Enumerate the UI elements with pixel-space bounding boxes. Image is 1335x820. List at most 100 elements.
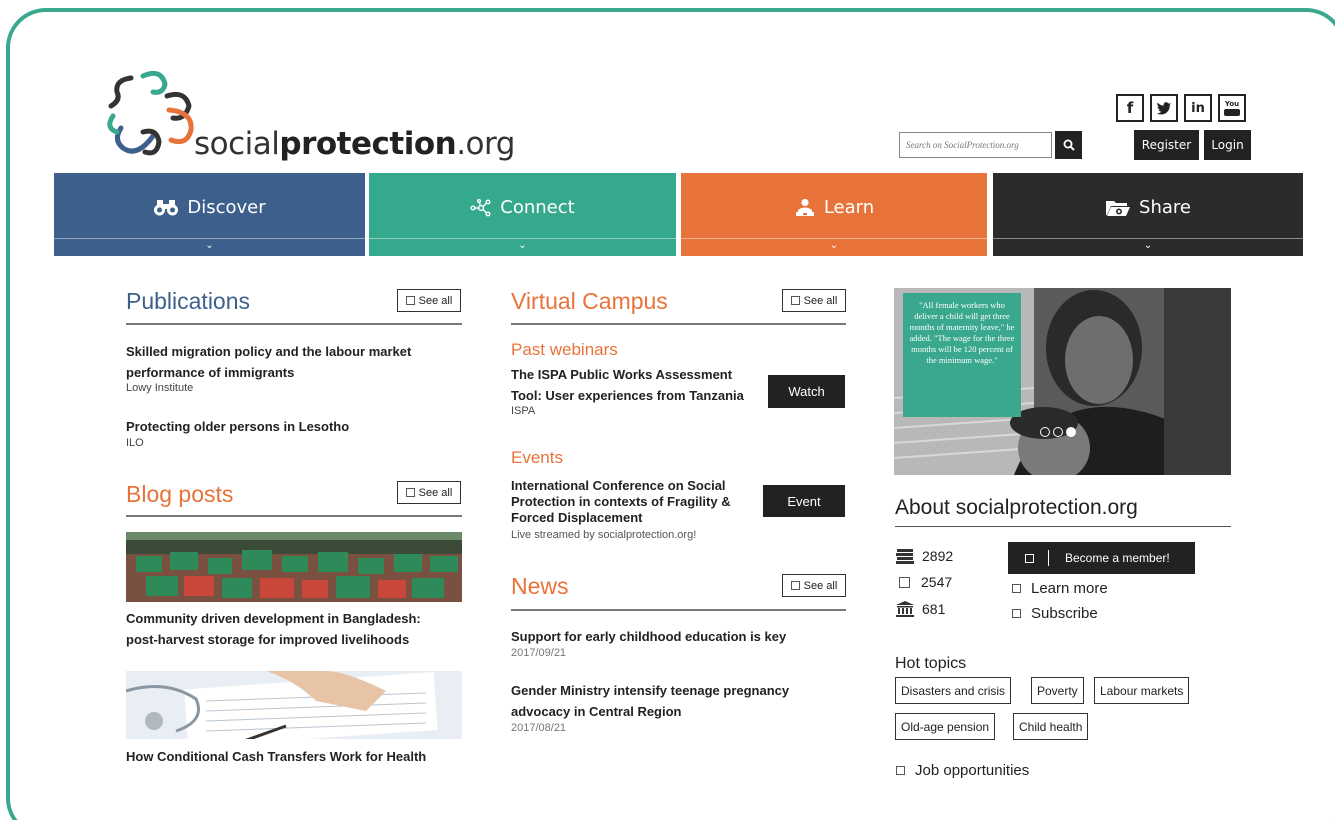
topic-tag[interactable]: Labour markets bbox=[1094, 677, 1190, 704]
watch-button[interactable]: Watch bbox=[768, 375, 845, 408]
news-date: 2017/09/21 bbox=[511, 647, 567, 659]
publication-title-link[interactable]: Skilled migration policy and the labour … bbox=[126, 341, 411, 383]
square-icon bbox=[899, 576, 910, 588]
logo-suffix-text: .org bbox=[456, 126, 515, 162]
nav-discover-label: Discover bbox=[187, 197, 266, 218]
divider bbox=[126, 323, 462, 325]
job-opportunities-label: Job opportunities bbox=[915, 762, 1030, 779]
carousel-dot-3[interactable] bbox=[1066, 427, 1076, 437]
stat-value: 2892 bbox=[922, 548, 954, 564]
topic-tag[interactable]: Poverty bbox=[1031, 677, 1084, 704]
news-date: 2017/08/21 bbox=[511, 722, 567, 734]
carousel-dots[interactable] bbox=[1040, 427, 1076, 437]
facebook-icon[interactable]: f bbox=[1116, 94, 1144, 122]
nav-connect-label: Connect bbox=[500, 197, 575, 218]
carousel-dot-1[interactable] bbox=[1040, 427, 1050, 437]
hot-topics-heading: Hot topics bbox=[895, 655, 967, 672]
see-all-label: See all bbox=[418, 486, 453, 499]
learn-more-label: Learn more bbox=[1031, 580, 1108, 597]
publication-title-link[interactable]: Protecting older persons in Lesotho bbox=[126, 416, 349, 437]
chevron-down-icon[interactable]: ⌄ bbox=[681, 240, 987, 251]
folder-icon bbox=[1106, 200, 1131, 216]
see-all-label: See all bbox=[803, 294, 838, 307]
nav-discover[interactable]: Discover ⌄ bbox=[54, 173, 365, 256]
events-heading[interactable]: Events bbox=[511, 448, 563, 468]
subscribe-link[interactable]: Subscribe bbox=[1012, 605, 1098, 622]
binoculars-icon bbox=[154, 199, 179, 215]
webinar-source: ISPA bbox=[511, 405, 536, 417]
divider bbox=[511, 609, 846, 611]
carousel-dot-2[interactable] bbox=[1053, 427, 1063, 437]
nav-share-label: Share bbox=[1139, 197, 1191, 218]
chevron-down-icon[interactable]: ⌄ bbox=[369, 240, 676, 251]
register-button[interactable]: Register bbox=[1134, 130, 1199, 160]
see-all-label: See all bbox=[418, 294, 453, 307]
event-button[interactable]: Event bbox=[763, 485, 845, 517]
blog-heading[interactable]: Blog posts bbox=[126, 481, 233, 508]
blog-see-all-button[interactable]: See all bbox=[397, 481, 461, 504]
past-webinars-heading[interactable]: Past webinars bbox=[511, 340, 618, 360]
topic-tag[interactable]: Old-age pension bbox=[895, 713, 996, 740]
divider bbox=[895, 526, 1231, 527]
virtual-campus-heading[interactable]: Virtual Campus bbox=[511, 288, 668, 315]
square-icon bbox=[405, 488, 415, 497]
youtube-icon[interactable]: You bbox=[1218, 94, 1246, 122]
blog-title-link[interactable]: How Conditional Cash Transfers Work for … bbox=[126, 746, 426, 767]
news-title-link[interactable]: Gender Ministry intensify teenage pregna… bbox=[511, 680, 789, 722]
about-heading: About socialprotection.org bbox=[895, 496, 1138, 519]
square-icon bbox=[1012, 584, 1021, 593]
search-input[interactable]: Search on SocialProtection.org bbox=[899, 132, 1052, 158]
blog-image-market[interactable] bbox=[126, 532, 462, 602]
nav-learn-label: Learn bbox=[823, 197, 875, 218]
blog-title-link[interactable]: Community driven development in Banglade… bbox=[126, 608, 421, 650]
square-icon bbox=[1025, 553, 1034, 563]
square-icon bbox=[1012, 609, 1021, 618]
topic-tag[interactable]: Child health bbox=[1013, 713, 1089, 740]
topic-tag[interactable]: Disasters and crisis bbox=[895, 677, 1012, 704]
publication-source: ILO bbox=[126, 437, 144, 449]
stat-value: 681 bbox=[922, 601, 946, 617]
square-icon bbox=[790, 296, 800, 305]
books-icon bbox=[896, 548, 914, 564]
divider bbox=[511, 323, 846, 325]
event-title-link[interactable]: International Conference on Social Protec… bbox=[511, 478, 731, 526]
square-icon bbox=[405, 296, 415, 305]
learn-more-link[interactable]: Learn more bbox=[1012, 580, 1108, 597]
webinar-title-link[interactable]: The ISPA Public Works Assessment Tool: Us… bbox=[511, 364, 744, 406]
nav-connect[interactable]: Connect ⌄ bbox=[369, 173, 676, 256]
logo-bold-text: protection bbox=[279, 126, 457, 162]
linkedin-icon[interactable]: in bbox=[1184, 94, 1212, 122]
stat-members: 2547 bbox=[896, 574, 952, 590]
twitter-icon[interactable] bbox=[1150, 94, 1178, 122]
login-button[interactable]: Login bbox=[1204, 130, 1251, 160]
stat-institutions: 681 bbox=[896, 601, 945, 617]
publications-heading[interactable]: Publications bbox=[126, 288, 250, 315]
become-member-button[interactable]: Become a member! bbox=[1008, 542, 1195, 574]
search-icon bbox=[1063, 139, 1075, 151]
chevron-down-icon[interactable]: ⌄ bbox=[54, 240, 365, 251]
publications-see-all-button[interactable]: See all bbox=[397, 289, 461, 312]
stat-publications: 2892 bbox=[896, 548, 953, 564]
logo-wordmark[interactable]: socialprotection.org bbox=[194, 126, 515, 162]
chevron-down-icon[interactable]: ⌄ bbox=[993, 240, 1303, 251]
nav-learn[interactable]: Learn ⌄ bbox=[681, 173, 987, 256]
news-see-all-button[interactable]: See all bbox=[782, 574, 846, 597]
logo-light-text: social bbox=[194, 126, 280, 162]
news-heading[interactable]: News bbox=[511, 573, 569, 600]
square-icon bbox=[896, 766, 905, 775]
divider bbox=[126, 515, 462, 517]
event-note: Live streamed by socialprotection.org! bbox=[511, 529, 697, 541]
nav-share[interactable]: Share ⌄ bbox=[993, 173, 1303, 256]
stat-value: 2547 bbox=[921, 574, 953, 590]
campus-see-all-button[interactable]: See all bbox=[782, 289, 846, 312]
hero-quote: "All female workers who deliver a child … bbox=[903, 293, 1021, 417]
publication-source: Lowy Institute bbox=[126, 382, 194, 394]
subscribe-label: Subscribe bbox=[1031, 605, 1098, 622]
square-icon bbox=[790, 581, 800, 590]
search-button[interactable] bbox=[1055, 131, 1082, 159]
job-opportunities-link[interactable]: Job opportunities bbox=[896, 762, 1029, 779]
news-title-link[interactable]: Support for early childhood education is… bbox=[511, 626, 786, 647]
network-icon bbox=[470, 198, 491, 216]
blog-image-doctor[interactable] bbox=[126, 671, 462, 739]
institution-icon bbox=[896, 601, 914, 617]
